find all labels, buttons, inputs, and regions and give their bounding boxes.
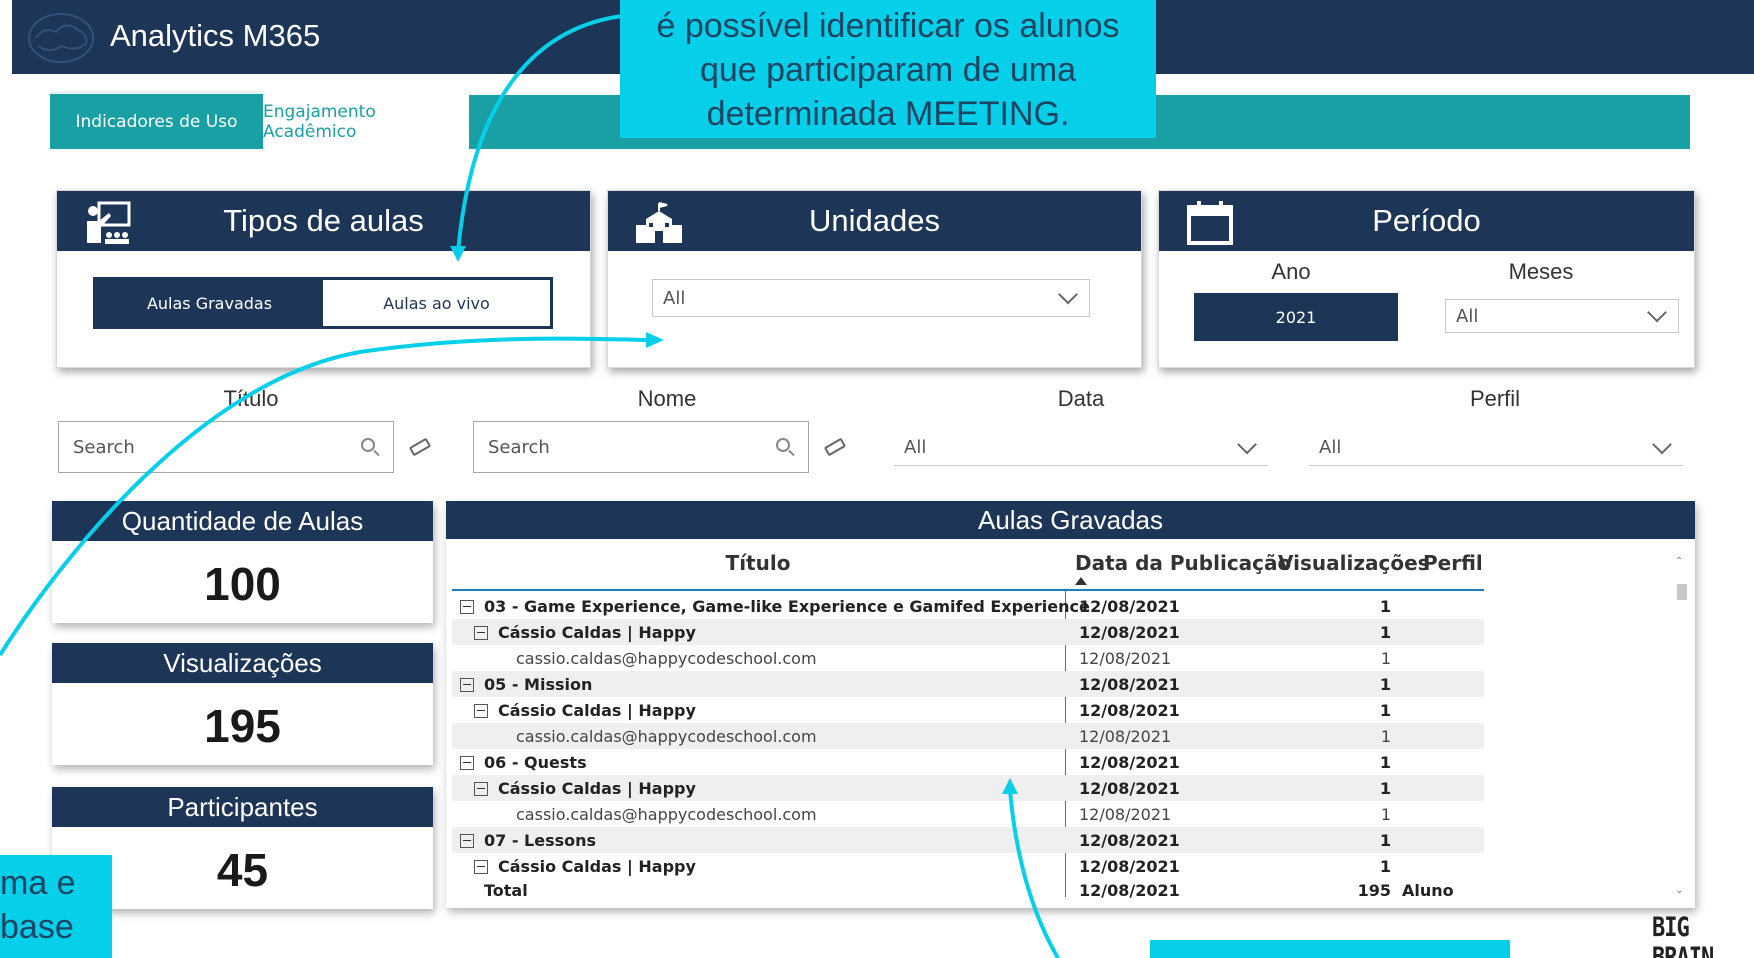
arrowhead-icon [1002, 778, 1018, 794]
arrow-to-table [1008, 789, 1060, 958]
arrowhead-icon [450, 246, 466, 262]
arrow-to-aulas-ao-vivo [456, 14, 623, 253]
annotation-arrows [0, 14, 1060, 958]
arrow-to-unidades [0, 336, 647, 657]
arrowhead-icon [646, 332, 664, 348]
big-brain-logo: BIG BRAIN [1652, 913, 1714, 958]
